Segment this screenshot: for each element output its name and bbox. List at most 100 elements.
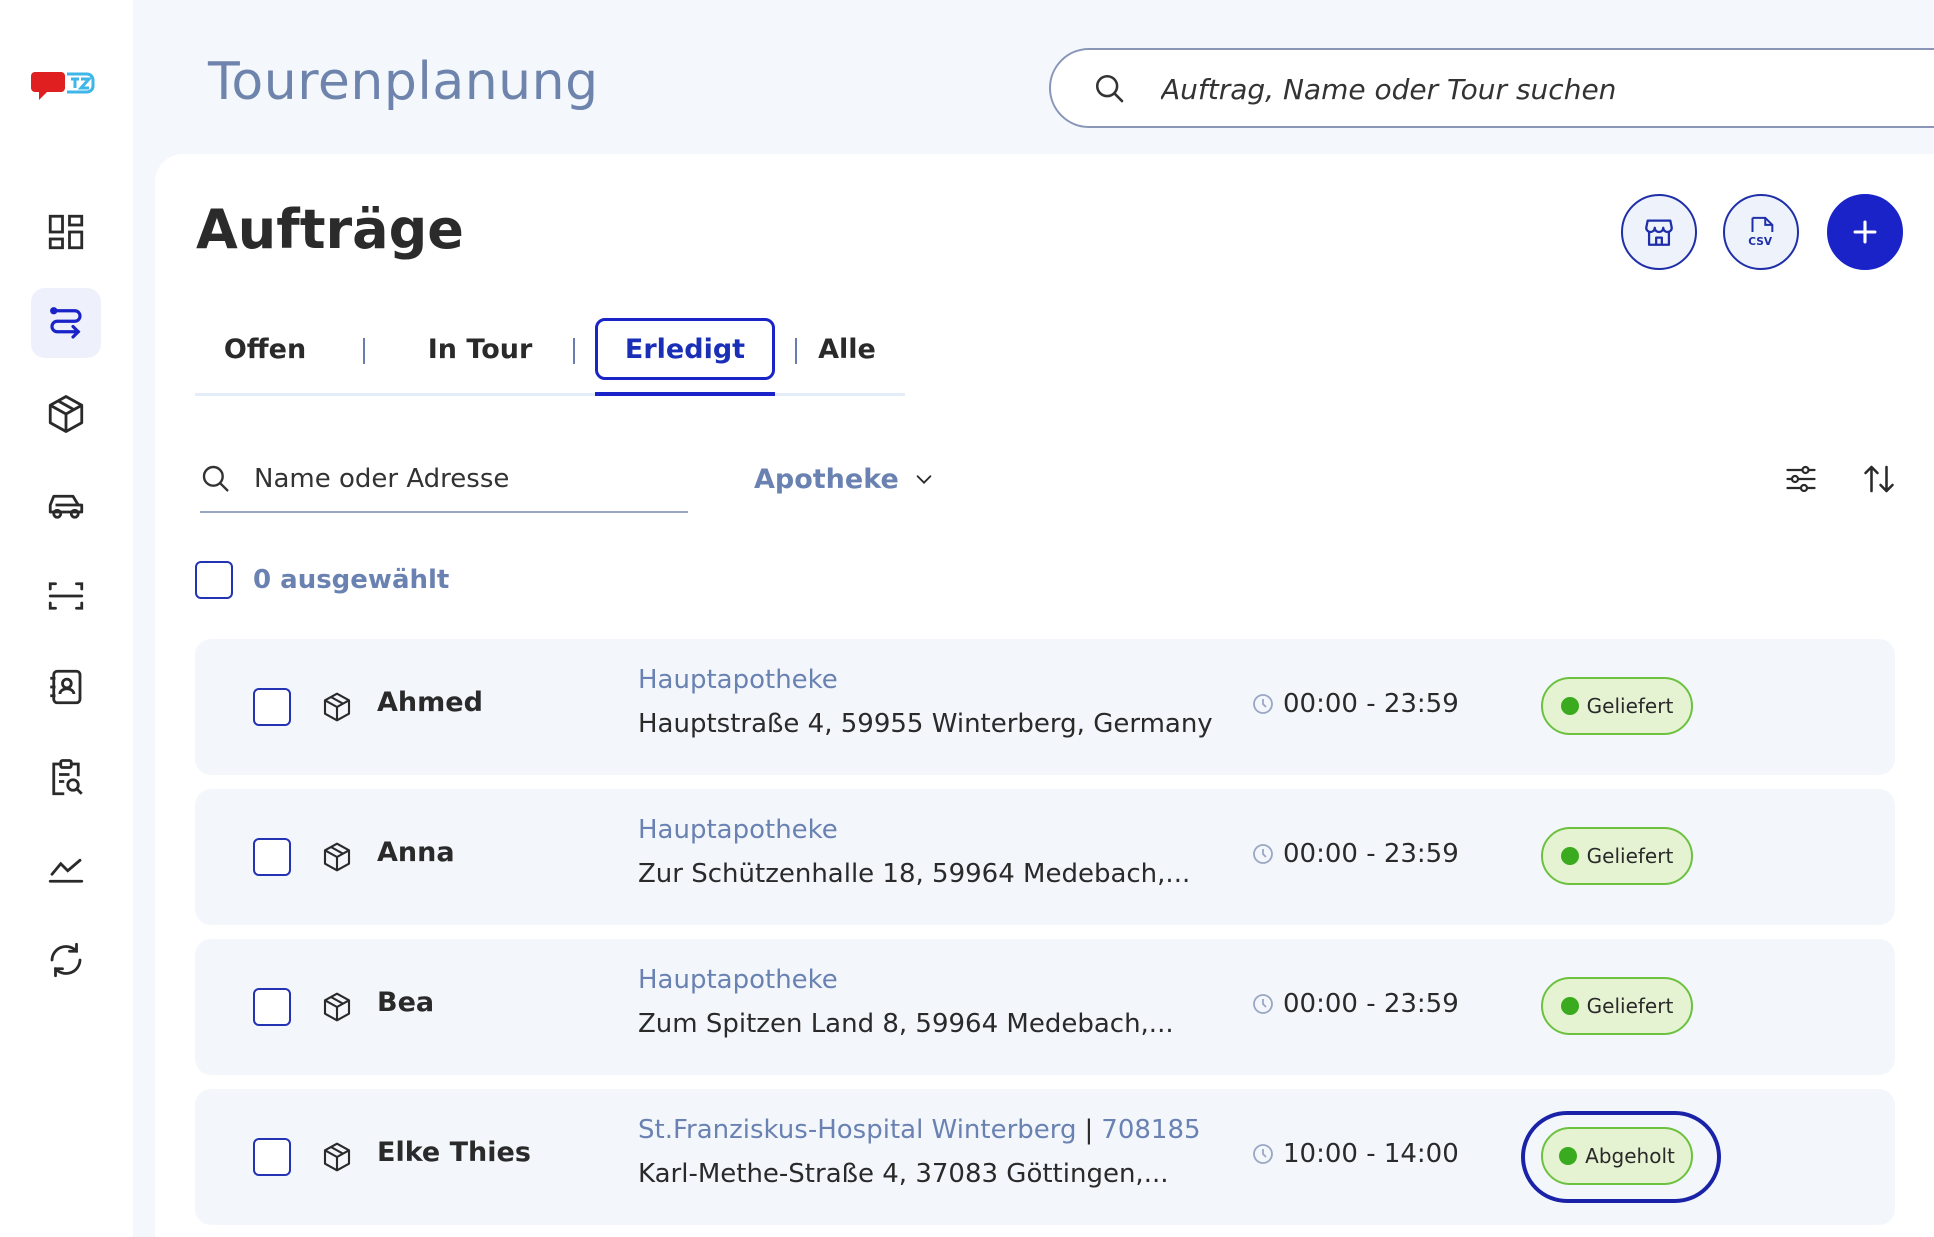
- status-dot: [1560, 847, 1579, 865]
- chart-icon: [48, 858, 84, 883]
- row-checkbox[interactable]: [253, 838, 291, 876]
- order-row[interactable]: Anna Hauptapotheke Zur Schützenhalle 18,…: [195, 789, 1895, 925]
- page-title: Aufträge: [196, 198, 464, 261]
- order-row[interactable]: Bea Hauptapotheke Zum Spitzen Land 8, 59…: [195, 939, 1895, 1075]
- status-tabs: Offen In Tour Erledigt Alle: [195, 318, 905, 396]
- row-checkbox[interactable]: [253, 688, 291, 726]
- sliders-icon: [1786, 465, 1816, 493]
- order-address: Hauptstraße 4, 59955 Winterberg, Germany: [638, 709, 1213, 739]
- tab-separator: [363, 338, 365, 364]
- order-place[interactable]: Hauptapotheke: [638, 665, 838, 695]
- row-checkbox[interactable]: [253, 1138, 291, 1176]
- order-row[interactable]: Elke Thies St.Franziskus-Hospital Winter…: [195, 1089, 1895, 1225]
- package-icon: [323, 842, 351, 872]
- select-all-checkbox[interactable]: [195, 561, 233, 599]
- package-icon: [323, 692, 351, 722]
- add-order-button[interactable]: [1827, 194, 1903, 270]
- csv-file-icon: CSV: [1748, 216, 1774, 248]
- order-place-line: St.Franziskus-Hospital Winterberg | 708185: [638, 1115, 1201, 1145]
- clock-icon: [1253, 1144, 1273, 1164]
- order-address: Karl-Methe-Straße 4, 37083 Göttingen,...: [638, 1159, 1169, 1189]
- search-icon: [1095, 74, 1124, 103]
- status-badge[interactable]: Abgeholt: [1541, 1127, 1693, 1185]
- location-dropdown-value: Apotheke: [754, 463, 899, 495]
- sort-button[interactable]: [1858, 458, 1900, 500]
- tab-erledigt[interactable]: Erledigt: [595, 318, 775, 380]
- order-time-window: 00:00 - 23:59: [1251, 989, 1459, 1019]
- package-icon: [323, 1142, 351, 1172]
- tab-in-tour[interactable]: In Tour: [410, 318, 550, 380]
- order-time-window: 00:00 - 23:59: [1251, 689, 1459, 719]
- car-icon: [48, 494, 84, 519]
- status-label: Geliefert: [1586, 844, 1674, 868]
- order-time-window: 10:00 - 14:00: [1251, 1139, 1459, 1169]
- order-search[interactable]: [200, 455, 688, 513]
- location-dropdown[interactable]: Apotheke: [754, 458, 935, 500]
- sidebar-item-dashboard[interactable]: [31, 197, 101, 267]
- order-name: Ahmed: [377, 687, 483, 718]
- package-icon: [48, 395, 84, 433]
- status-dot: [1559, 1147, 1578, 1165]
- order-name: Bea: [377, 987, 435, 1018]
- sidebar: [0, 0, 133, 1237]
- clipboard-search-icon: [52, 759, 83, 796]
- contacts-icon: [50, 669, 82, 705]
- status-dot: [1560, 997, 1579, 1015]
- sidebar-item-scan[interactable]: [31, 561, 101, 631]
- sidebar-item-vehicles[interactable]: [31, 470, 101, 540]
- order-place[interactable]: Hauptapotheke: [638, 815, 838, 845]
- order-name: Anna: [377, 837, 455, 868]
- global-search-input[interactable]: [1161, 64, 1934, 114]
- clock-icon: [1253, 994, 1273, 1014]
- status-label: Abgeholt: [1585, 1144, 1675, 1168]
- chevron-down-icon: [916, 475, 932, 484]
- sort-icon: [1864, 465, 1894, 493]
- package-icon: [323, 992, 351, 1022]
- global-search[interactable]: [1049, 48, 1934, 128]
- sidebar-item-reports[interactable]: [31, 743, 101, 813]
- tab-active-indicator: [595, 392, 775, 396]
- order-time: 00:00 - 23:59: [1283, 689, 1459, 719]
- tab-alle[interactable]: Alle: [807, 318, 887, 380]
- csv-import-button[interactable]: CSV: [1723, 194, 1799, 270]
- place-separator: |: [1084, 1115, 1094, 1145]
- route-icon: [50, 307, 82, 339]
- filter-settings-button[interactable]: [1780, 458, 1822, 500]
- order-time: 00:00 - 23:59: [1283, 989, 1459, 1019]
- row-checkbox[interactable]: [253, 988, 291, 1026]
- search-icon: [202, 465, 229, 492]
- plus-icon: [1853, 220, 1877, 244]
- sidebar-item-packages[interactable]: [31, 379, 101, 449]
- tab-separator: [573, 338, 575, 364]
- order-place-id[interactable]: 708185: [1101, 1115, 1200, 1145]
- status-label: Geliefert: [1586, 994, 1674, 1018]
- sidebar-item-statistics[interactable]: [31, 834, 101, 904]
- app-title: Tourenplanung: [208, 52, 599, 112]
- status-badge: Geliefert: [1541, 977, 1693, 1035]
- order-time-window: 00:00 - 23:59: [1251, 839, 1459, 869]
- svg-text:CSV: CSV: [1748, 235, 1773, 248]
- sync-icon: [50, 942, 82, 978]
- status-label: Geliefert: [1586, 694, 1674, 718]
- order-place[interactable]: St.Franziskus-Hospital Winterberg: [638, 1115, 1077, 1145]
- order-time: 10:00 - 14:00: [1283, 1139, 1459, 1169]
- dashboard-icon: [48, 214, 84, 250]
- store-button[interactable]: [1621, 194, 1697, 270]
- status-dot: [1560, 697, 1579, 715]
- order-address: Zum Spitzen Land 8, 59964 Medebach,...: [638, 1009, 1174, 1039]
- selected-count: 0 ausgewählt: [253, 565, 450, 595]
- tabs-underline: [195, 393, 905, 396]
- tab-separator: [795, 338, 797, 364]
- store-icon: [1645, 219, 1673, 246]
- status-badge: Geliefert: [1541, 827, 1693, 885]
- tab-offen[interactable]: Offen: [215, 318, 315, 380]
- order-search-input[interactable]: [254, 457, 674, 501]
- sidebar-item-sync[interactable]: [31, 925, 101, 995]
- sidebar-item-contacts[interactable]: [31, 652, 101, 722]
- clock-icon: [1253, 844, 1273, 864]
- order-address: Zur Schützenhalle 18, 59964 Medebach,...: [638, 859, 1191, 889]
- app-logo-icon[interactable]: [31, 66, 101, 106]
- order-place[interactable]: Hauptapotheke: [638, 965, 838, 995]
- order-row[interactable]: Ahmed Hauptapotheke Hauptstraße 4, 59955…: [195, 639, 1895, 775]
- sidebar-item-routes[interactable]: [31, 288, 101, 358]
